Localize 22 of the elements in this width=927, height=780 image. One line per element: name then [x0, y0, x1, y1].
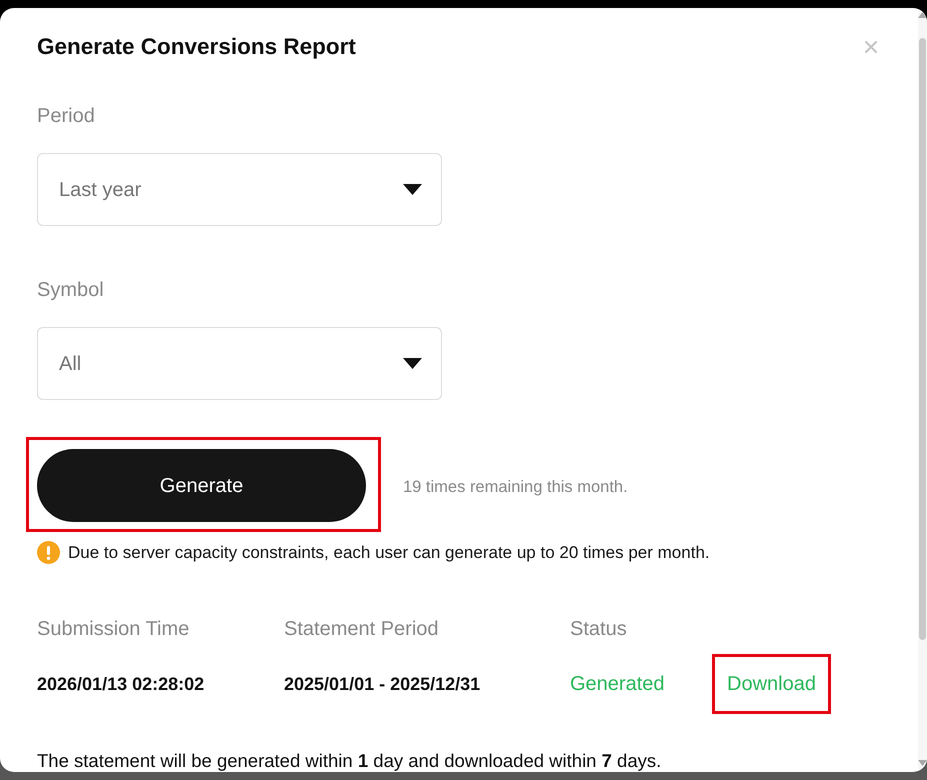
field-label: Period	[37, 104, 96, 129]
column-header: Status	[570, 617, 628, 642]
column-header: Statement Period	[284, 617, 440, 642]
remaining-count-text: 19 times remaining this month.	[403, 476, 628, 498]
generate-button[interactable]: Generate	[37, 449, 366, 522]
download-link[interactable]: Download	[727, 669, 816, 699]
table-cell-text: 2025/01/01 - 2025/12/31	[284, 672, 482, 696]
field-label: Symbol	[37, 278, 105, 303]
column-header: Submission Time	[37, 617, 190, 642]
select-field[interactable]: Last year	[37, 153, 442, 226]
table-cell-text: 2026/01/13 02:28:02	[37, 672, 206, 696]
caret-down-icon	[403, 358, 422, 369]
scroll-down-icon[interactable]	[918, 760, 927, 766]
scroll-up-icon[interactable]	[918, 12, 927, 18]
status-text: Generated	[570, 672, 666, 697]
select-field[interactable]: All	[37, 327, 442, 400]
scrollbar-thumb[interactable]	[919, 38, 926, 640]
footnote-text: The statement will be generated within 1 day and downloaded within 7 days.	[37, 750, 662, 772]
warning-icon	[37, 541, 60, 564]
caret-down-icon	[403, 184, 422, 195]
notice-text: Due to server capacity constraints, each user can generate up to 20 times per month.	[68, 542, 710, 564]
dialog-title: Generate Conversions Report	[37, 33, 356, 61]
